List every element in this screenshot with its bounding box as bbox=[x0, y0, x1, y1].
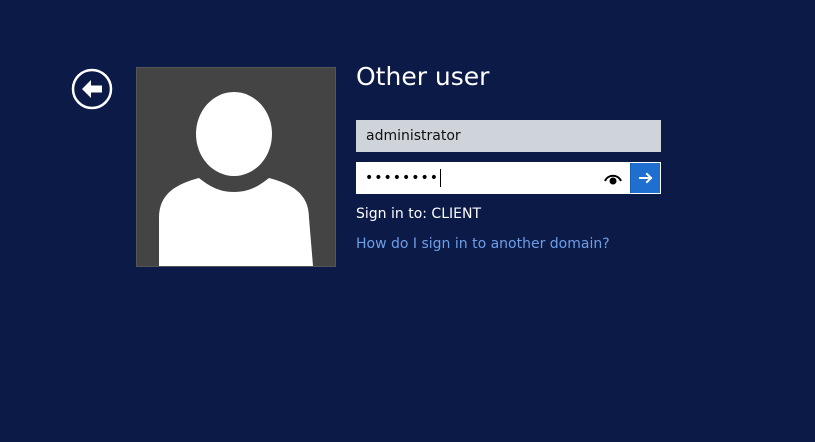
text-caret bbox=[440, 169, 442, 187]
page-title: Other user bbox=[356, 62, 490, 91]
help-link-other-domain[interactable]: How do I sign in to another domain? bbox=[356, 236, 610, 252]
back-button[interactable] bbox=[71, 68, 113, 110]
submit-button[interactable] bbox=[630, 163, 660, 193]
user-avatar bbox=[136, 67, 336, 267]
back-arrow-icon bbox=[71, 68, 113, 110]
eye-icon bbox=[604, 174, 622, 185]
username-field[interactable]: administrator bbox=[356, 120, 661, 152]
reveal-password-button[interactable] bbox=[604, 171, 622, 185]
arrow-right-icon bbox=[639, 172, 653, 184]
sign-in-domain-label: Sign in to: CLIENT bbox=[356, 206, 481, 222]
password-field-container: •••••••• bbox=[356, 162, 661, 194]
user-silhouette-icon bbox=[159, 92, 313, 266]
password-field[interactable]: •••••••• bbox=[365, 163, 442, 193]
login-screen: Other user administrator •••••••• Sign i… bbox=[0, 0, 815, 442]
password-value: •••••••• bbox=[365, 170, 440, 186]
